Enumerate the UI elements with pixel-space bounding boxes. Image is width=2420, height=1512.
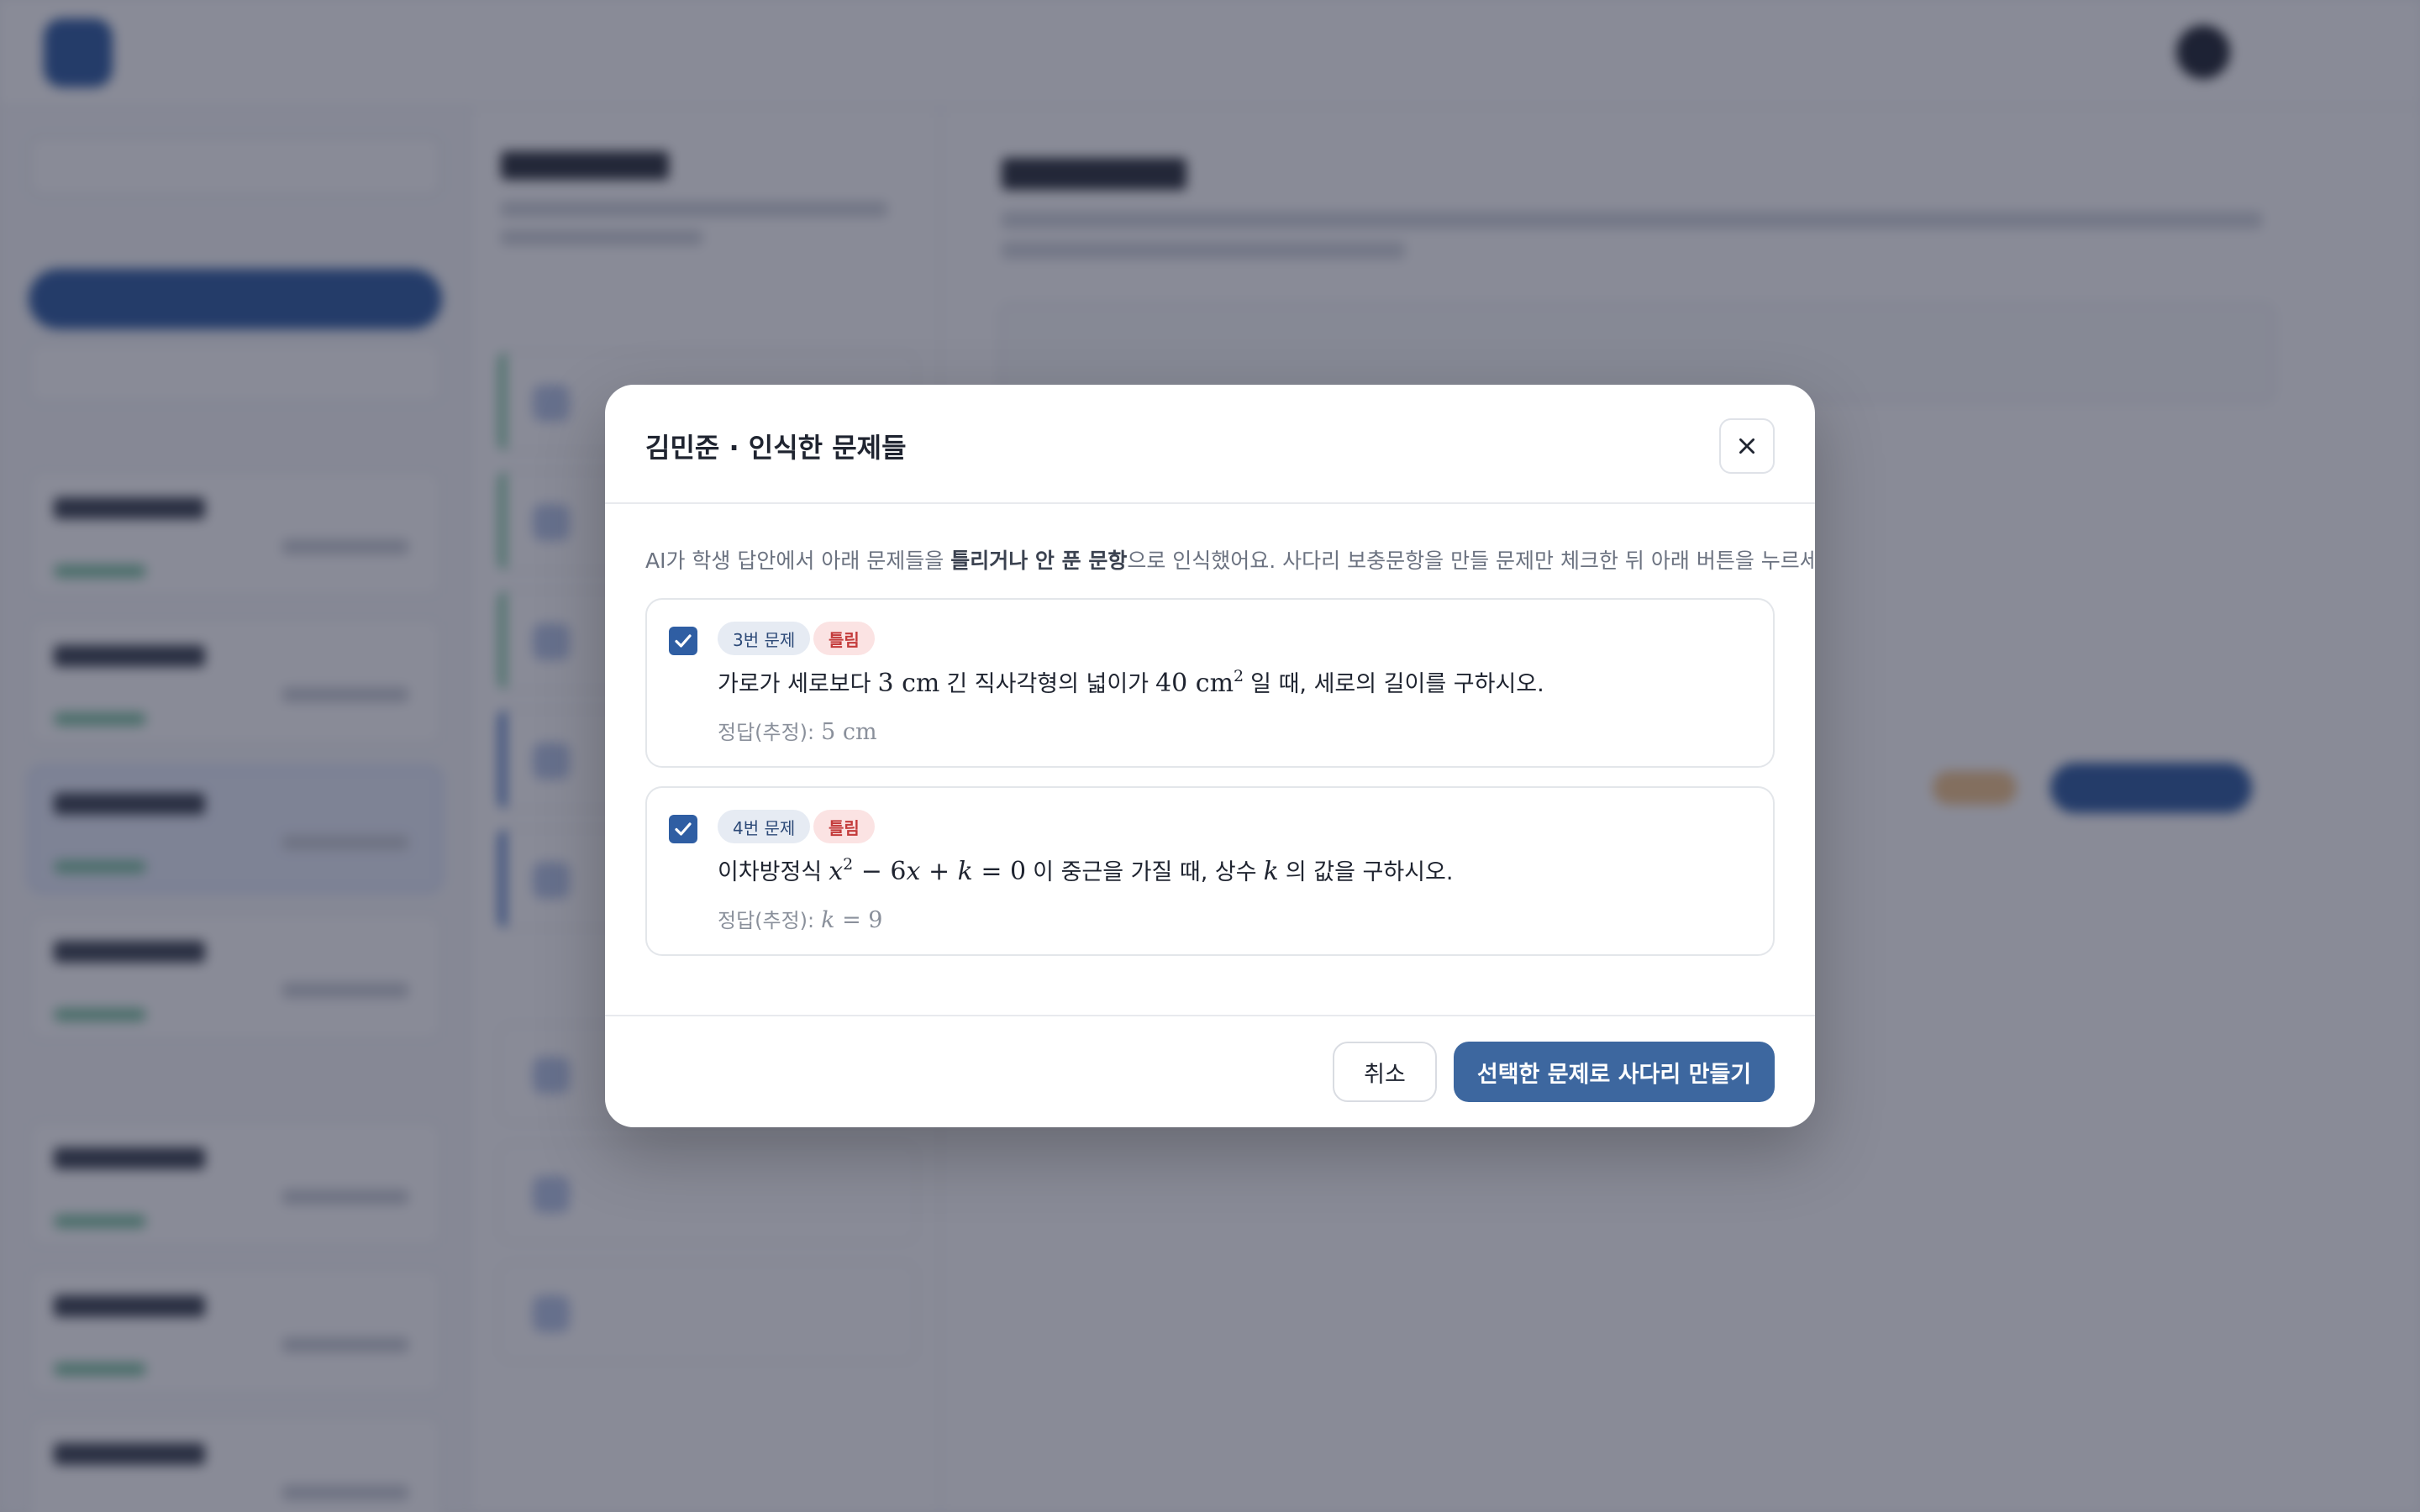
intro-text: AI가 학생 답안에서 아래 문제들을 [645,549,951,573]
answer-value: k = 9 [814,907,882,933]
recognized-problems-modal: 김민준 · 인식한 문제들 AI가 학생 답안에서 아래 문제들을 틀리거나 안… [605,385,1815,1127]
modal-intro: AI가 학생 답안에서 아래 문제들을 틀리거나 안 푼 문항으로 인식했어요.… [645,544,1815,575]
modal-header: 김민준 · 인식한 문제들 [605,385,1815,504]
answer-label: 정답(추정): [718,909,815,932]
math-variable: k [1263,857,1279,886]
estimated-answer: 정답(추정): 5 cm [718,716,877,745]
problem-text-part: 가로가 세로보다 [718,671,871,697]
answer-label: 정답(추정): [718,721,815,744]
math-variable: x [829,857,844,886]
math-value: 3 cm [877,669,940,698]
problem-card[interactable]: 4번 문제 틀림 이차방정식 x2 − 6x + k = 0이 중근을 가질 때,… [645,786,1775,956]
cancel-button[interactable]: 취소 [1333,1042,1437,1102]
status-badge: 틀림 [813,810,875,843]
modal-footer: 취소 선택한 문제로 사다리 만들기 [605,1015,1815,1127]
problem-text-part: 일 때, 세로의 길이를 구하시오. [1250,671,1544,697]
problem-card[interactable]: 3번 문제 틀림 가로가 세로보다 3 cm 긴 직사각형의 넓이가 40 cm2 일 … [645,598,1775,768]
math-exponent: 2 [1234,667,1244,685]
check-icon [675,634,692,648]
problem-math: 40 cm2 [1149,667,1250,699]
answer-value: 5 cm [821,719,877,745]
problem-number-badge: 3번 문제 [718,622,811,655]
problem-math: x2 − 6x + k = 0 [822,855,1033,887]
math-variable: k [957,857,973,886]
problem-checkbox[interactable] [669,627,697,655]
problem-text-part: 이 중근을 가질 때, 상수 [1033,859,1257,885]
status-badge: 틀림 [813,622,875,655]
math-value: 40 cm [1155,669,1234,698]
math-variable: k [821,907,835,933]
math-value: = 9 [834,907,883,933]
math-value: + [920,857,958,886]
math-exponent: 2 [843,855,854,874]
check-icon [675,822,692,836]
math-value: = 0 [972,857,1027,886]
create-ladder-button[interactable]: 선택한 문제로 사다리 만들기 [1454,1042,1775,1102]
close-button[interactable] [1719,418,1775,474]
problem-text-part: 의 값을 구하시오. [1285,859,1454,885]
problem-math: k [1257,857,1286,886]
problem-text: 이차방정식 x2 − 6x + k = 0이 중근을 가질 때, 상수 k 의 값을 … [718,853,1454,887]
modal-title: 김민준 · 인식한 문제들 [645,432,907,464]
problem-text-part: 긴 직사각형의 넓이가 [946,671,1150,697]
estimated-answer: 정답(추정): k = 9 [718,904,882,933]
close-icon [1739,438,1754,454]
problem-text: 가로가 세로보다 3 cm 긴 직사각형의 넓이가 40 cm2 일 때, 세로의 길이… [718,665,1544,699]
problem-math: 3 cm [871,669,946,698]
intro-text: 으로 인식했어요. 사다리 보충문항을 만들 문제만 체크한 뒤 아래 버튼을 … [1127,549,1815,573]
problem-text-part: 이차방정식 [718,859,823,885]
math-variable: x [906,857,921,886]
problem-checkbox[interactable] [669,815,697,843]
intro-emphasis: 틀리거나 안 푼 문항 [950,549,1128,573]
problem-number-badge: 4번 문제 [718,810,811,843]
math-value: − 6 [853,857,907,886]
